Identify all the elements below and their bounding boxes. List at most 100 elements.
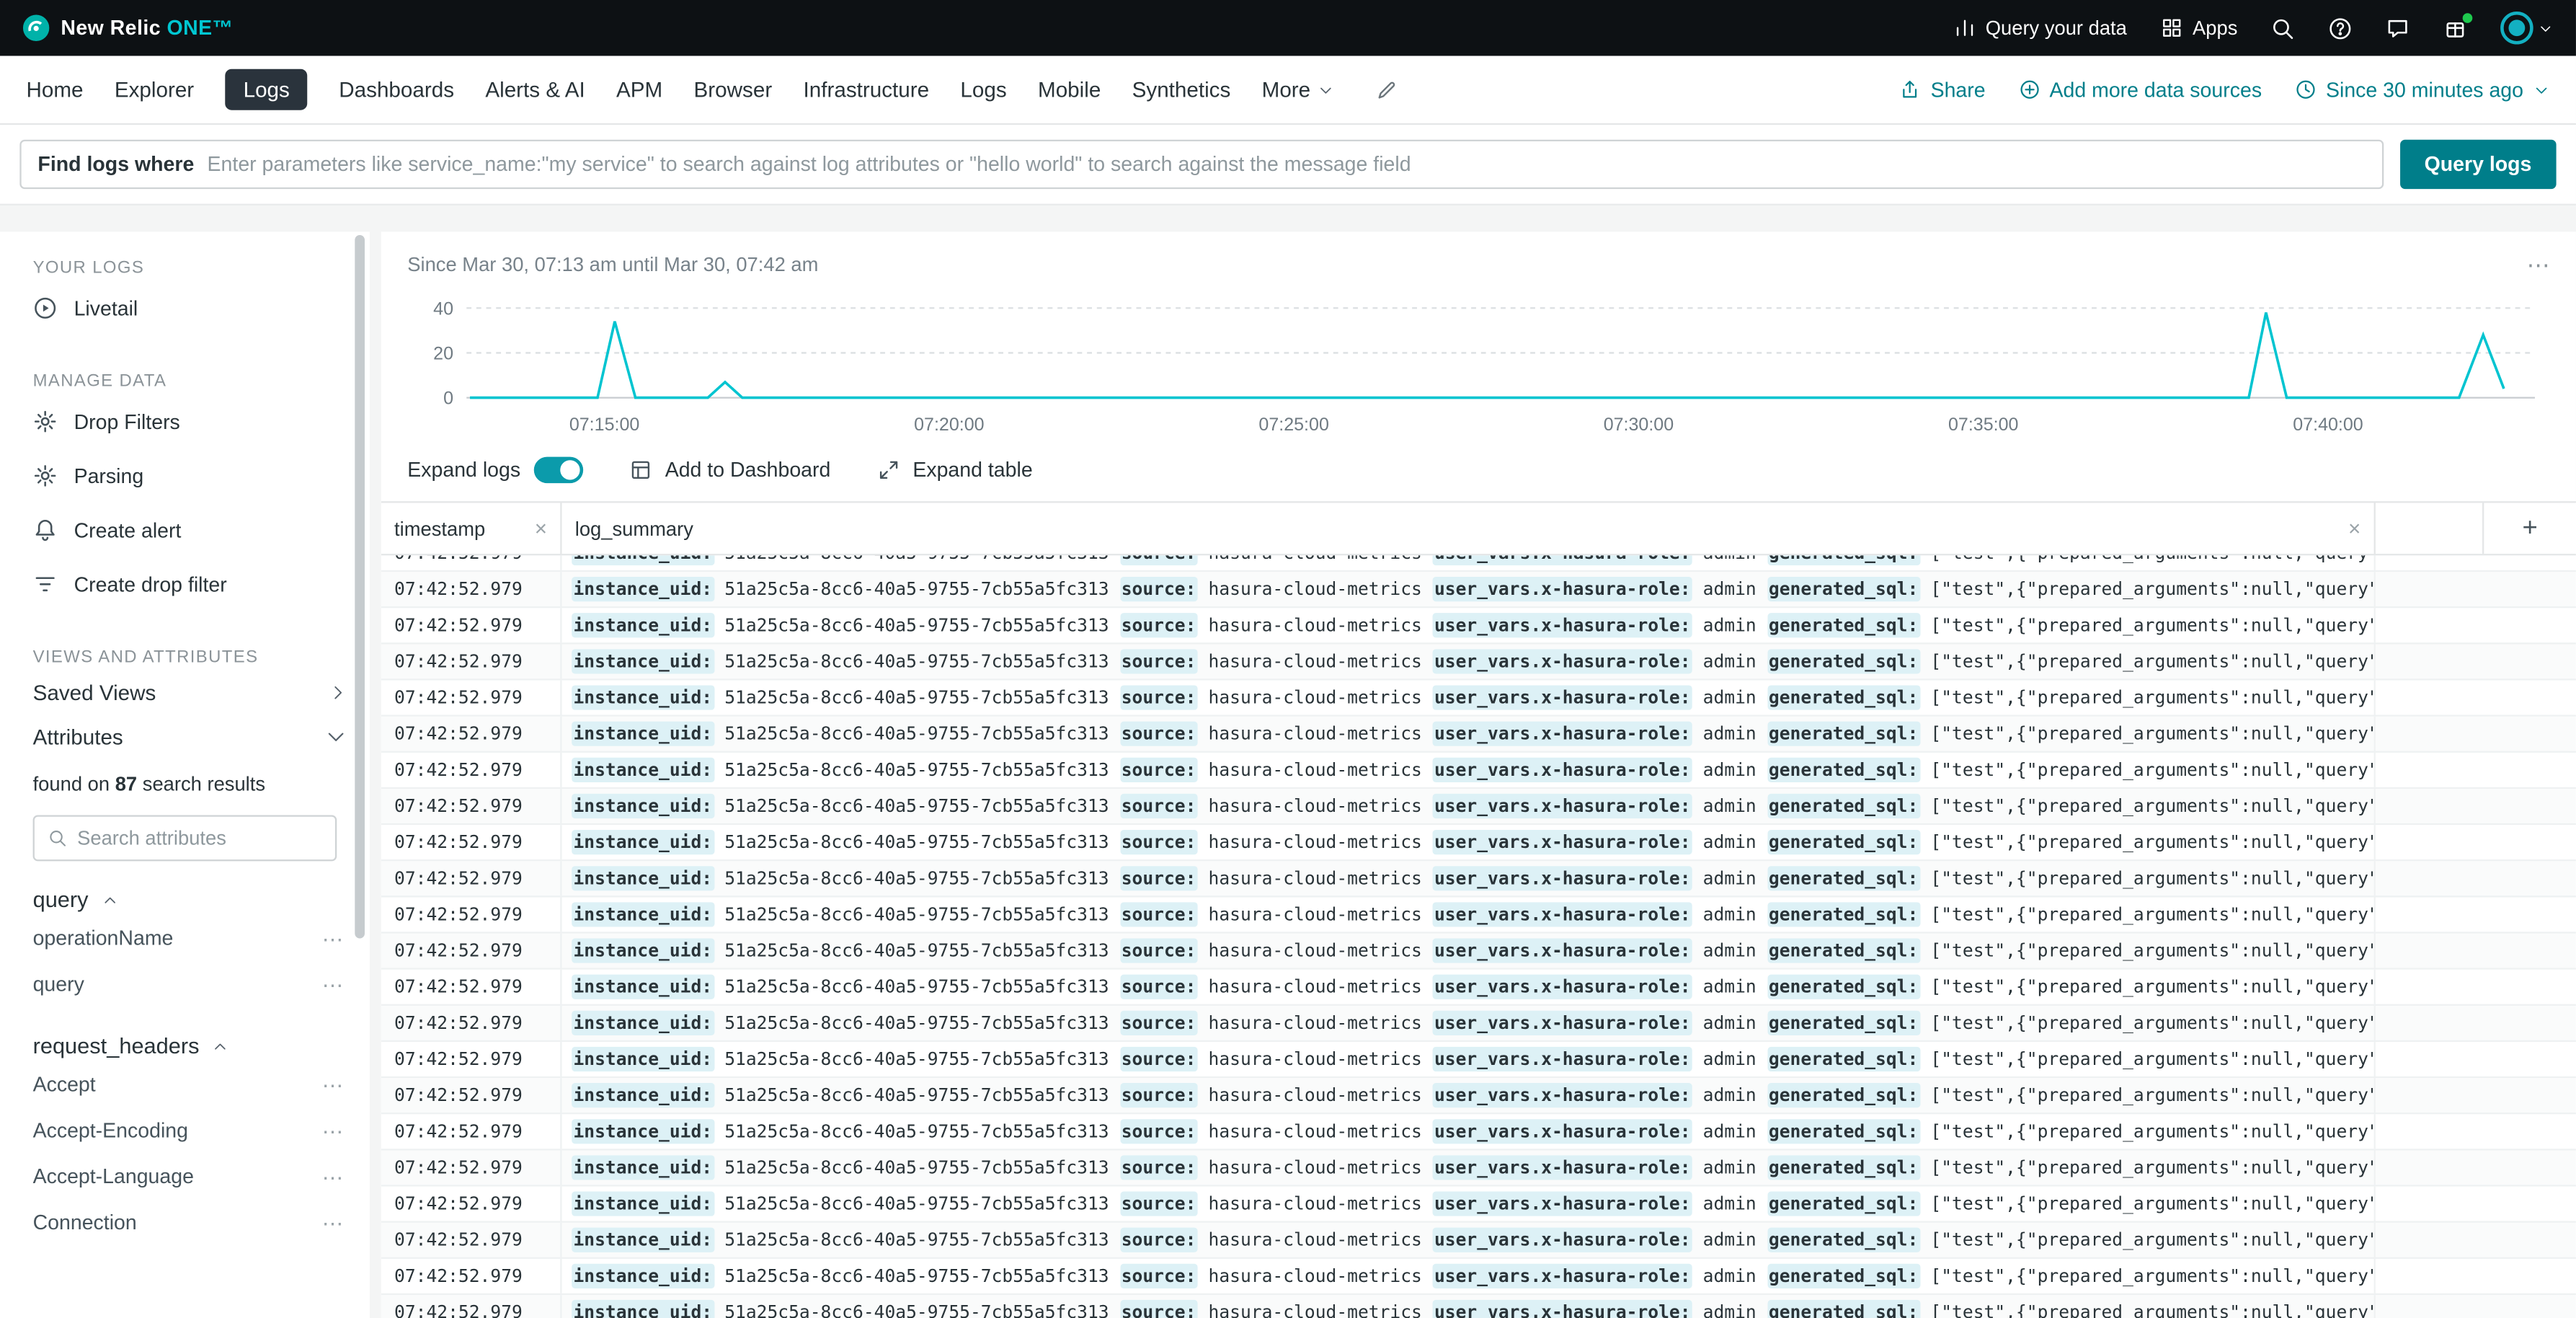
more-options-icon[interactable]: ⋯: [322, 1212, 344, 1234]
nav-item-dashboards[interactable]: Dashboards: [339, 77, 454, 102]
edit-nav-icon[interactable]: [1374, 78, 1398, 101]
column-header-timestamp[interactable]: timestamp ×: [381, 503, 562, 554]
sidebar-item-parsing[interactable]: Parsing: [0, 448, 370, 503]
add-column-button[interactable]: +: [2484, 503, 2576, 554]
remove-column-icon[interactable]: ×: [2348, 518, 2360, 539]
brand[interactable]: New Relic ONE™: [23, 15, 234, 41]
column-header-log-summary[interactable]: log_summary ×: [562, 503, 2376, 554]
log-timestamp-cell: 07:42:52.979: [381, 1259, 562, 1293]
attribute-query[interactable]: query⋯: [0, 961, 370, 1007]
table-row[interactable]: 07:42:52.979instance_uid: 51a25c5a-8cc6-…: [381, 1006, 2576, 1042]
log-attribute-value: ["test",{"prepared_arguments":null,"quer…: [1920, 1157, 2376, 1179]
attribute-connection[interactable]: Connection⋯: [0, 1200, 370, 1246]
table-row[interactable]: 07:42:52.979instance_uid: 51a25c5a-8cc6-…: [381, 681, 2576, 717]
table-row[interactable]: 07:42:52.979instance_uid: 51a25c5a-8cc6-…: [381, 825, 2576, 861]
nav-item-synthetics[interactable]: Synthetics: [1132, 77, 1231, 102]
nav-item-logs-active[interactable]: Logs: [226, 69, 308, 110]
log-attribute-value: hasura-cloud-metrics: [1198, 831, 1433, 853]
saved-views-toggle[interactable]: Saved Views: [0, 671, 370, 715]
more-options-icon[interactable]: ⋯: [322, 928, 344, 950]
attribute-accept-encoding[interactable]: Accept-Encoding⋯: [0, 1107, 370, 1154]
table-row[interactable]: 07:42:52.979instance_uid: 51a25c5a-8cc6-…: [381, 970, 2576, 1006]
feedback-icon: [2386, 16, 2410, 40]
expand-logs-control[interactable]: Expand logs: [407, 457, 582, 483]
nav-item-browser[interactable]: Browser: [694, 77, 773, 102]
table-row[interactable]: 07:42:52.979instance_uid: 51a25c5a-8cc6-…: [381, 644, 2576, 680]
log-attribute-value: 51a25c5a-8cc6-40a5-9755-7cb55a5fc313: [714, 1120, 1119, 1142]
feedback-button[interactable]: [2386, 16, 2410, 40]
log-attribute-value: 51a25c5a-8cc6-40a5-9755-7cb55a5fc313: [714, 723, 1119, 745]
attribute-operationname[interactable]: operationName⋯: [0, 916, 370, 962]
log-attribute-key: instance_uid:: [572, 1119, 714, 1144]
help-button[interactable]: [2328, 16, 2353, 40]
table-row[interactable]: 07:42:52.979instance_uid: 51a25c5a-8cc6-…: [381, 897, 2576, 933]
log-attribute-key: user_vars.x-hasura-role:: [1433, 1228, 1692, 1252]
row-spacer-cell: [2376, 934, 2576, 968]
sidebar-item-create-drop-filter[interactable]: Create drop filter: [0, 557, 370, 611]
table-row[interactable]: 07:42:52.979instance_uid: 51a25c5a-8cc6-…: [381, 1114, 2576, 1150]
nav-item-explorer[interactable]: Explorer: [115, 77, 194, 102]
log-attribute-key: source:: [1119, 1011, 1197, 1035]
attribute-accept[interactable]: Accept⋯: [0, 1061, 370, 1107]
table-row[interactable]: 07:42:52.979instance_uid: 51a25c5a-8cc6-…: [381, 1042, 2576, 1078]
nav-item-apm[interactable]: APM: [616, 77, 662, 102]
sidebar-item-create-alert[interactable]: Create alert: [0, 503, 370, 557]
share-button[interactable]: Share: [1899, 78, 1985, 101]
attributes-toggle[interactable]: Attributes: [0, 715, 370, 759]
table-row[interactable]: 07:42:52.979instance_uid: 51a25c5a-8cc6-…: [381, 789, 2576, 825]
attribute-group-query[interactable]: query: [33, 888, 370, 912]
table-row[interactable]: 07:42:52.979instance_uid: 51a25c5a-8cc6-…: [381, 1151, 2576, 1187]
query-logs-button[interactable]: Query logs: [2399, 140, 2556, 189]
time-range-picker[interactable]: Since 30 minutes ago: [2295, 78, 2550, 101]
table-row[interactable]: 07:42:52.979instance_uid: 51a25c5a-8cc6-…: [381, 717, 2576, 753]
user-menu[interactable]: [2500, 12, 2553, 45]
nav-item-infrastructure[interactable]: Infrastructure: [804, 77, 930, 102]
remove-column-icon[interactable]: ×: [535, 518, 547, 539]
table-row[interactable]: 07:42:52.979instance_uid: 51a25c5a-8cc6-…: [381, 555, 2576, 572]
table-row[interactable]: 07:42:52.979instance_uid: 51a25c5a-8cc6-…: [381, 861, 2576, 897]
table-row[interactable]: 07:42:52.979instance_uid: 51a25c5a-8cc6-…: [381, 753, 2576, 789]
more-options-icon[interactable]: ⋯: [322, 1074, 344, 1096]
table-row[interactable]: 07:42:52.979instance_uid: 51a25c5a-8cc6-…: [381, 1223, 2576, 1259]
table-row[interactable]: 07:42:52.979instance_uid: 51a25c5a-8cc6-…: [381, 1259, 2576, 1295]
log-summary-column-label: log_summary: [575, 517, 693, 540]
log-attribute-value: 51a25c5a-8cc6-40a5-9755-7cb55a5fc313: [714, 1229, 1119, 1251]
add-data-sources-button[interactable]: Add more data sources: [2018, 78, 2262, 101]
table-row[interactable]: 07:42:52.979instance_uid: 51a25c5a-8cc6-…: [381, 934, 2576, 970]
log-attribute-key: generated_sql:: [1767, 1191, 1920, 1216]
nav-item-logs[interactable]: Logs: [960, 77, 1006, 102]
row-spacer-cell: [2376, 753, 2576, 787]
table-row[interactable]: 07:42:52.979instance_uid: 51a25c5a-8cc6-…: [381, 608, 2576, 644]
table-row[interactable]: 07:42:52.979instance_uid: 51a25c5a-8cc6-…: [381, 572, 2576, 608]
nav-item-home[interactable]: Home: [26, 77, 83, 102]
table-row[interactable]: 07:42:52.979instance_uid: 51a25c5a-8cc6-…: [381, 1078, 2576, 1114]
log-attribute-key: instance_uid:: [572, 1264, 714, 1288]
attribute-search[interactable]: [33, 815, 337, 862]
sidebar-scrollbar[interactable]: [355, 235, 365, 939]
more-options-icon[interactable]: ⋯: [322, 973, 344, 995]
more-options-icon[interactable]: ⋯: [322, 1166, 344, 1187]
sidebar-item-livetail[interactable]: Livetail: [0, 281, 370, 335]
attribute-group-request-headers[interactable]: request_headers: [33, 1034, 370, 1058]
expand-table-button[interactable]: Expand table: [876, 459, 1032, 482]
column-header-spacer: [2376, 503, 2484, 554]
table-row[interactable]: 07:42:52.979instance_uid: 51a25c5a-8cc6-…: [381, 1187, 2576, 1223]
apps-link[interactable]: Apps: [2159, 17, 2237, 40]
search-button[interactable]: [2270, 16, 2295, 40]
nav-more-menu[interactable]: More: [1262, 77, 1333, 102]
chart-menu-button[interactable]: ⋯: [2527, 253, 2550, 276]
more-options-icon[interactable]: ⋯: [322, 1120, 344, 1141]
nav-item-alerts-ai[interactable]: Alerts & AI: [485, 77, 585, 102]
search-attributes-input[interactable]: [77, 826, 322, 849]
log-attribute-key: source:: [1119, 613, 1197, 637]
table-row[interactable]: 07:42:52.979instance_uid: 51a25c5a-8cc6-…: [381, 1295, 2576, 1318]
notifications-button[interactable]: [2443, 16, 2467, 40]
query-your-data-link[interactable]: Query your data: [1953, 17, 2127, 40]
share-icon: [1899, 79, 1921, 100]
attribute-accept-language[interactable]: Accept-Language⋯: [0, 1154, 370, 1200]
sidebar-item-drop-filters[interactable]: Drop Filters: [0, 394, 370, 448]
expand-logs-toggle[interactable]: [533, 457, 582, 483]
nav-item-mobile[interactable]: Mobile: [1038, 77, 1101, 102]
find-logs-input[interactable]: Find logs where Enter parameters like se…: [19, 140, 2383, 189]
add-to-dashboard-button[interactable]: Add to Dashboard: [629, 459, 831, 482]
